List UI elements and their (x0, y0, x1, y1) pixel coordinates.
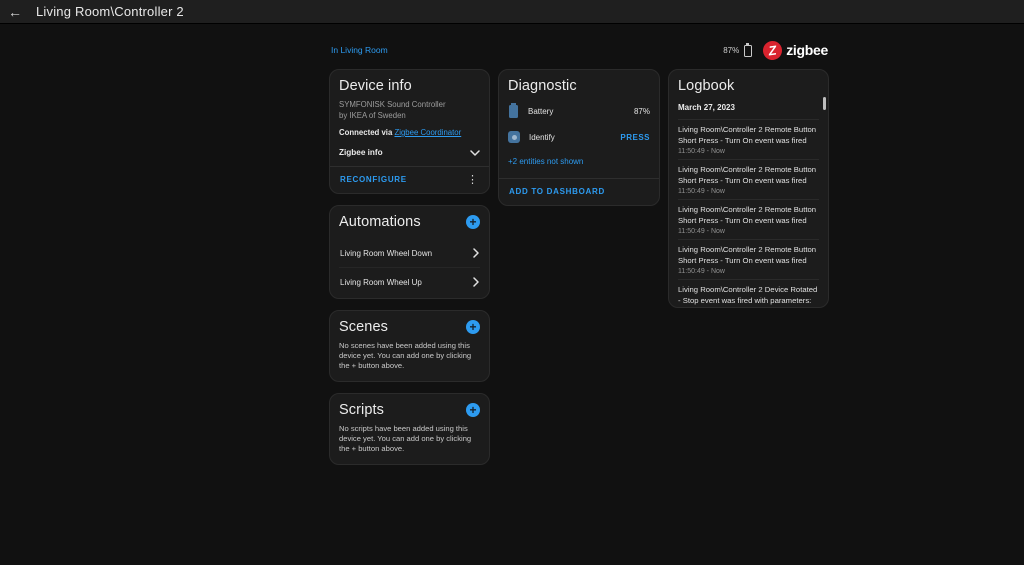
zigbee-info-label: Zigbee info (339, 148, 383, 157)
page-title: Living Room\Controller 2 (36, 4, 184, 19)
add-scene-button[interactable]: + (466, 320, 480, 334)
automation-row-wheel-up[interactable]: Living Room Wheel Up (339, 267, 480, 296)
entity-label: Battery (528, 107, 625, 116)
logbook-entry[interactable]: Living Room\Controller 2 Remote Button S… (678, 240, 819, 280)
logbook-entry[interactable]: Living Room\Controller 2 Remote Button S… (678, 120, 819, 160)
column-3: Logbook March 27, 2023 Living Room\Contr… (668, 69, 829, 308)
add-to-dashboard-button[interactable]: ADD TO DASHBOARD (508, 185, 606, 198)
automations-title: Automations (339, 214, 421, 230)
logbook-card: Logbook March 27, 2023 Living Room\Contr… (668, 69, 829, 308)
app-header: ← Living Room\Controller 2 (0, 0, 1024, 24)
scripts-card: Scripts + No scripts have been added usi… (329, 393, 490, 465)
logbook-timestamp: 11:50:49 - Now (678, 228, 819, 235)
zigbee-coordinator-link[interactable]: Zigbee Coordinator (394, 128, 461, 137)
logbook-entry[interactable]: Living Room\Controller 2 Device Rotated … (678, 280, 819, 308)
scripts-title: Scripts (339, 402, 384, 418)
area-link[interactable]: In Living Room (331, 45, 388, 55)
diagnostic-title: Diagnostic (508, 78, 650, 94)
scenes-card: Scenes + No scenes have been added using… (329, 310, 490, 382)
zigbee-brand-icon: Z (762, 39, 783, 60)
diagnostic-footer: ADD TO DASHBOARD (499, 178, 659, 205)
chevron-right-icon (473, 248, 479, 258)
entity-label: Identify (529, 133, 611, 142)
device-status: 87% Z zigbee (723, 41, 828, 60)
battery-icon (744, 45, 752, 57)
plus-icon: + (469, 215, 476, 229)
connected-via-prefix: Connected via (339, 128, 392, 137)
back-button[interactable]: ← (0, 0, 30, 24)
logbook-date-header: March 27, 2023 (678, 103, 819, 120)
battery-entity-icon (509, 105, 518, 118)
scenes-empty-text: No scenes have been added using this dev… (339, 341, 483, 381)
identify-entity-icon (508, 131, 520, 143)
automation-label: Living Room Wheel Up (340, 278, 422, 287)
chevron-right-icon (473, 277, 479, 287)
logbook-scrollbar[interactable] (823, 97, 826, 110)
plus-icon: + (469, 403, 476, 417)
logbook-timestamp: 11:50:49 - Now (678, 148, 819, 155)
battery-percent-label: 87% (723, 46, 739, 55)
logbook-message: Living Room\Controller 2 Device Rotated … (678, 285, 819, 306)
scenes-title: Scenes (339, 319, 388, 335)
zigbee-info-expander[interactable]: Zigbee info (339, 148, 480, 157)
logbook-timestamp: 11:50:49 - Now (678, 188, 819, 195)
logbook-timestamp: 11:50:49 - Now (678, 268, 819, 275)
device-info-card: Device info SYMFONISK Sound Controller b… (329, 69, 490, 194)
card-columns: Device info SYMFONISK Sound Controller b… (329, 69, 830, 476)
entities-not-shown-link[interactable]: +2 entities not shown (508, 157, 583, 166)
add-script-button[interactable]: + (466, 403, 480, 417)
device-model: SYMFONISK Sound Controller (339, 100, 480, 111)
back-arrow-icon: ← (8, 4, 22, 20)
device-info-title: Device info (339, 78, 480, 94)
entity-value: 87% (634, 107, 650, 116)
overflow-menu-icon: ⋮ (467, 174, 478, 186)
press-button[interactable]: PRESS (620, 133, 650, 142)
connected-via: Connected via Zigbee Coordinator (339, 128, 480, 137)
overflow-menu-button[interactable]: ⋮ (465, 173, 480, 186)
automations-card: Automations + Living Room Wheel Down Liv… (329, 205, 490, 299)
logbook-message: Living Room\Controller 2 Remote Button S… (678, 205, 819, 226)
zigbee-logo: Z zigbee (763, 41, 828, 60)
logbook-entries: Living Room\Controller 2 Remote Button S… (678, 120, 819, 308)
entity-row-identify[interactable]: Identify PRESS (508, 125, 650, 149)
plus-icon: + (469, 320, 476, 334)
reconfigure-button[interactable]: RECONFIGURE (339, 173, 408, 186)
device-topbar: In Living Room 87% Z zigbee (329, 42, 830, 58)
logbook-entry[interactable]: Living Room\Controller 2 Remote Button S… (678, 160, 819, 200)
device-manufacturer: by IKEA of Sweden (339, 111, 480, 122)
column-1: Device info SYMFONISK Sound Controller b… (329, 69, 490, 476)
logbook-entry[interactable]: Living Room\Controller 2 Remote Button S… (678, 200, 819, 240)
logbook-message: Living Room\Controller 2 Remote Button S… (678, 245, 819, 266)
device-info-footer: RECONFIGURE ⋮ (330, 166, 489, 193)
device-page-content: In Living Room 87% Z zigbee Device info … (329, 42, 830, 476)
add-automation-button[interactable]: + (466, 215, 480, 229)
logbook-title: Logbook (678, 78, 819, 94)
scripts-empty-text: No scripts have been added using this de… (339, 424, 483, 464)
chevron-down-icon (470, 150, 480, 156)
automation-label: Living Room Wheel Down (340, 249, 432, 258)
logbook-message: Living Room\Controller 2 Remote Button S… (678, 125, 819, 146)
automation-row-wheel-down[interactable]: Living Room Wheel Down (339, 239, 480, 267)
column-2: Diagnostic Battery 87% Identify PRESS (498, 69, 660, 217)
logbook-message: Living Room\Controller 2 Remote Button S… (678, 165, 819, 186)
zigbee-brand-name: zigbee (786, 42, 828, 58)
entity-row-battery[interactable]: Battery 87% (508, 99, 650, 123)
diagnostic-card: Diagnostic Battery 87% Identify PRESS (498, 69, 660, 206)
